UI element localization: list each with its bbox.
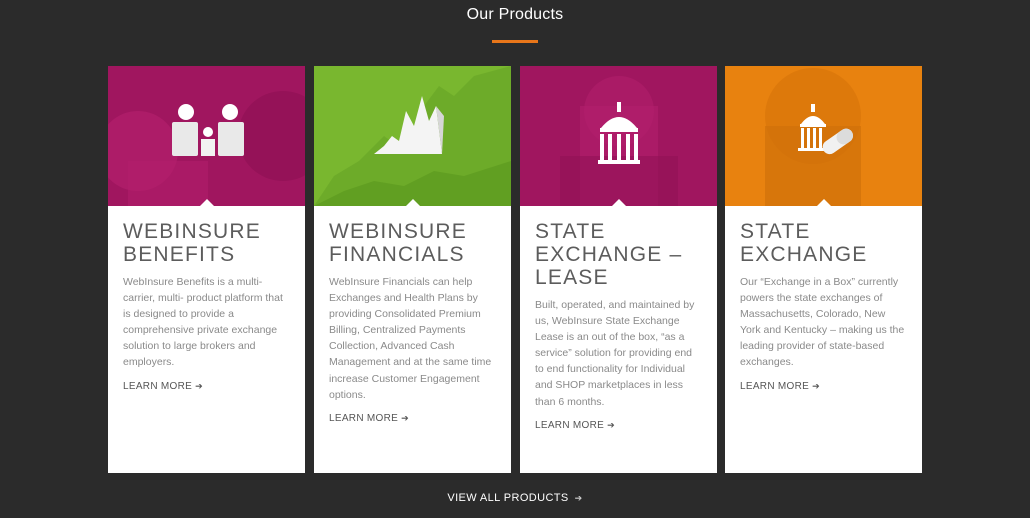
capitol-pill-icon (725, 66, 922, 206)
family-icon (108, 66, 305, 206)
card-title: WEBINSURE BENEFITS (123, 220, 261, 266)
arrow-right-icon: ➔ (812, 380, 820, 391)
card-hero (725, 66, 922, 206)
product-card-webinsure-benefits: WEBINSURE BENEFITS WebInsure Benefits is… (108, 66, 305, 473)
card-description: Our “Exchange in a Box” currently powers… (740, 276, 905, 369)
card-title: STATE EXCHANGE (740, 220, 868, 266)
card-description: WebInsure Benefits is a multi-carrier, m… (123, 276, 283, 369)
product-card-webinsure-financials: WEBINSURE FINANCIALS WebInsure Financial… (314, 66, 511, 473)
learn-more-link[interactable]: LEARN MORE ➔ (329, 413, 409, 424)
card-title: WEBINSURE FINANCIALS (329, 220, 467, 266)
learn-more-link[interactable]: LEARN MORE ➔ (535, 420, 615, 431)
card-description: Built, operated, and maintained by us, W… (535, 299, 695, 408)
card-hero (314, 66, 511, 206)
learn-more-label: LEARN MORE (535, 419, 605, 431)
card-title: STATE EXCHANGE – LEASE (535, 220, 683, 289)
capitol-icon (520, 66, 717, 206)
view-all-label: VIEW ALL PRODUCTS (447, 492, 569, 504)
product-card-state-exchange-lease: STATE EXCHANGE – LEASE Built, operated, … (520, 66, 717, 473)
chart-icon (314, 66, 511, 206)
section-title: Our Products (466, 6, 564, 23)
arrow-right-icon: ➔ (401, 412, 409, 423)
learn-more-label: LEARN MORE (740, 380, 810, 392)
view-all-products-link[interactable]: VIEW ALL PRODUCTS ➔ (0, 492, 1030, 504)
learn-more-link[interactable]: LEARN MORE ➔ (740, 381, 820, 392)
arrow-right-icon: ➔ (195, 380, 203, 391)
arrow-right-icon: ➔ (574, 493, 583, 503)
learn-more-label: LEARN MORE (329, 412, 399, 424)
arrow-right-icon: ➔ (607, 419, 615, 430)
card-hero (520, 66, 717, 206)
learn-more-link[interactable]: LEARN MORE ➔ (123, 381, 203, 392)
product-card-state-exchange: STATE EXCHANGE Our “Exchange in a Box” c… (725, 66, 922, 473)
learn-more-label: LEARN MORE (123, 380, 193, 392)
card-hero (108, 66, 305, 206)
card-description: WebInsure Financials can help Exchanges … (329, 276, 492, 401)
title-underline (492, 40, 538, 43)
